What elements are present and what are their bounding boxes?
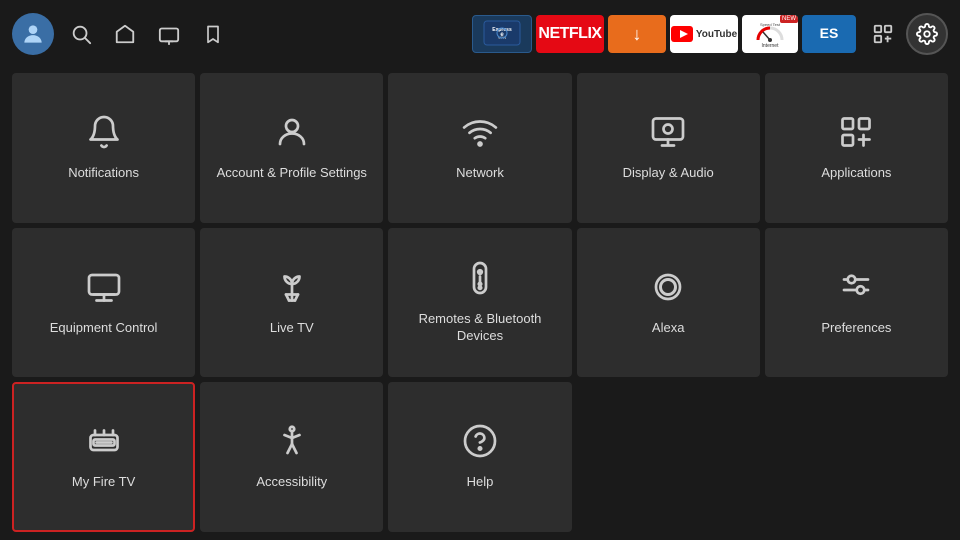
- svg-text:ES: ES: [820, 25, 839, 41]
- help-label: Help: [467, 474, 494, 491]
- user-avatar[interactable]: [12, 13, 54, 55]
- tile-livetv[interactable]: Live TV: [200, 228, 383, 378]
- accessibility-icon: [274, 423, 310, 464]
- livetv-label: Live TV: [270, 320, 314, 337]
- display-icon: [650, 114, 686, 155]
- youtube-label: YouTube: [696, 29, 737, 40]
- svg-text:↓: ↓: [633, 24, 642, 44]
- person-icon: [274, 114, 310, 155]
- tile-equipment[interactable]: Equipment Control: [12, 228, 195, 378]
- tile-preferences[interactable]: Preferences: [765, 228, 948, 378]
- speedtest-badge: NEW: [780, 15, 798, 23]
- help-icon: [462, 423, 498, 464]
- firetv-icon: [86, 423, 122, 464]
- app-expressvpn[interactable]: Express VPN e: [472, 15, 532, 53]
- settings-icon[interactable]: [906, 13, 948, 55]
- tv-monitor-icon: [86, 269, 122, 310]
- sliders-icon: [838, 269, 874, 310]
- home-icon[interactable]: [108, 17, 142, 51]
- tile-display[interactable]: Display & Audio: [577, 73, 760, 223]
- top-nav: Express VPN e NETFLIX ↓ Y: [0, 0, 960, 68]
- notifications-label: Notifications: [68, 165, 139, 182]
- app-speedtest[interactable]: NEW Internet Speed Test: [742, 15, 798, 53]
- accessibility-label: Accessibility: [256, 474, 327, 491]
- netflix-label: NETFLIX: [538, 25, 601, 43]
- app-shortcuts: Express VPN e NETFLIX ↓ Y: [472, 15, 856, 53]
- settings-grid: Notifications Account & Profile Settings…: [0, 68, 960, 540]
- tile-alexa[interactable]: Alexa: [577, 228, 760, 378]
- app-youtube[interactable]: YouTube: [670, 15, 738, 53]
- apps-icon: [838, 114, 874, 155]
- antenna-icon: [274, 269, 310, 310]
- svg-text:Internet: Internet: [762, 43, 780, 49]
- equipment-label: Equipment Control: [50, 320, 158, 337]
- nav-right-icons: [866, 13, 948, 55]
- tv-icon[interactable]: [152, 17, 186, 51]
- applications-label: Applications: [821, 165, 891, 182]
- nav-left: [12, 13, 230, 55]
- bell-icon: [86, 114, 122, 155]
- tile-accessibility[interactable]: Accessibility: [200, 382, 383, 532]
- app-es[interactable]: ES: [802, 15, 856, 53]
- expressvpn-label: Express VPN e: [482, 19, 522, 50]
- account-label: Account & Profile Settings: [217, 165, 367, 182]
- alexa-label: Alexa: [652, 320, 685, 337]
- tile-help[interactable]: Help: [388, 382, 571, 532]
- remote-icon: [462, 260, 498, 301]
- wifi-icon: [462, 114, 498, 155]
- tile-applications[interactable]: Applications: [765, 73, 948, 223]
- myfiretv-label: My Fire TV: [72, 474, 135, 491]
- svg-text:Speed Test: Speed Test: [760, 22, 781, 27]
- search-icon[interactable]: [64, 17, 98, 51]
- app-downloader[interactable]: ↓: [608, 15, 666, 53]
- bookmark-icon[interactable]: [196, 17, 230, 51]
- tile-remotes[interactable]: Remotes & Bluetooth Devices: [388, 228, 571, 378]
- network-label: Network: [456, 165, 504, 182]
- app-netflix[interactable]: NETFLIX: [536, 15, 604, 53]
- grid-icon[interactable]: [866, 17, 900, 51]
- tile-myfiretv[interactable]: My Fire TV: [12, 382, 195, 532]
- alexa-icon: [650, 269, 686, 310]
- tile-account[interactable]: Account & Profile Settings: [200, 73, 383, 223]
- tile-notifications[interactable]: Notifications: [12, 73, 195, 223]
- tile-network[interactable]: Network: [388, 73, 571, 223]
- remotes-label: Remotes & Bluetooth Devices: [398, 311, 561, 345]
- display-label: Display & Audio: [623, 165, 714, 182]
- preferences-label: Preferences: [821, 320, 891, 337]
